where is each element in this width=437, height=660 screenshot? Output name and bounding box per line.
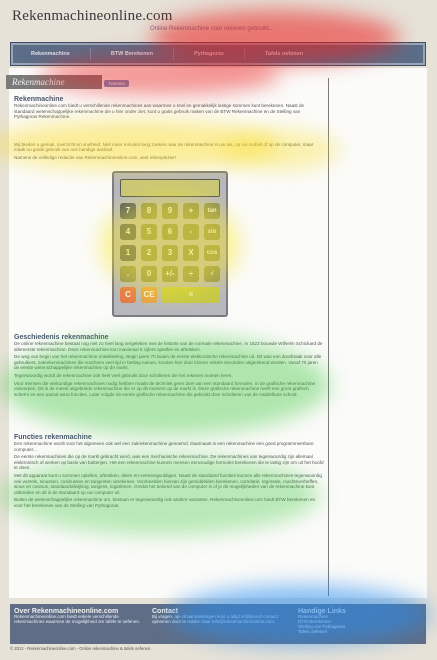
functions-paragraph-2: De eerste rekenmachines die op de markt …	[14, 454, 324, 471]
intro-section: Rekenmachine Rekenmachineonline.com bied…	[14, 96, 324, 163]
footer-links: Handige Links Rekenmachine BTW Berekenen…	[298, 608, 418, 634]
history-paragraph-2: De weg van begin van het rekenmachine on…	[14, 354, 322, 371]
sidebar-divider	[328, 78, 329, 596]
site-title[interactable]: Rekenmachineonline.com	[12, 8, 173, 25]
functions-paragraph-4: Buiten de wetenschappelijke rekenmachine…	[14, 497, 316, 508]
intro-paragraph-1: Rekenmachineonline.com biedt u verschill…	[14, 103, 305, 120]
history-section: Geschiedenis rekenmachine De online reke…	[14, 334, 324, 399]
nav-item-btw[interactable]: BTW Berekenen	[91, 48, 175, 60]
footer-contact-text: Bij vragen, op- of aanmerkingen kunt u a…	[152, 614, 278, 624]
intro-paragraph-3: Namens de volledige redactie van Rekenma…	[14, 154, 176, 160]
main-nav: Rekenmachine BTW Berekenen Pythagoras Ta…	[10, 42, 426, 66]
key-multiply[interactable]: X	[183, 245, 199, 261]
page-banner: Rekenmachine	[6, 75, 102, 89]
functions-section: Functies rekenmachine Een rekenmachine w…	[14, 434, 324, 511]
key-plus[interactable]: +	[183, 203, 199, 219]
functions-heading: Functies rekenmachine	[14, 434, 92, 441]
key-minus[interactable]: -	[183, 224, 199, 240]
key-6[interactable]: 6	[162, 224, 178, 240]
history-heading: Geschiedenis rekenmachine	[14, 334, 109, 341]
copyright: © 2012 - Rekenmachineonline.com - Online…	[10, 646, 152, 651]
footer-about-text: Rekenmachineonline.com biedt enkele vers…	[14, 614, 141, 624]
footer-about: Over Rekenmachineonline.com Rekenmachine…	[14, 608, 144, 624]
key-1[interactable]: 1	[120, 245, 136, 261]
key-clear-entry[interactable]: CE	[141, 287, 157, 303]
key-sqrt[interactable]: √	[204, 266, 220, 282]
functions-paragraph-3: Met dit apparaat kunt u sommen optellen,…	[14, 472, 322, 495]
nav-item-pythagoras[interactable]: Pythagoras	[174, 48, 245, 60]
history-paragraph-3: Tegenwoordig wordt de rekenmachine ook h…	[14, 372, 233, 378]
calculator: 7 8 9 + tan 4 5 6- sin 1 2 3 Xcos. 0 +/- ÷ √ C CE =	[112, 171, 228, 317]
history-paragraph-4: Voor mensen die wiskundige rekenmachines…	[14, 380, 316, 397]
footer-contact: Contact Bij vragen, op- of aanmerkingen …	[152, 608, 292, 624]
key-0[interactable]: 0	[141, 266, 157, 282]
site-subtitle: Online Rekenmachine voor rekenen gebruik…	[150, 26, 274, 32]
calculator-display[interactable]	[120, 179, 220, 197]
nav-item-tafels[interactable]: Tafels oefenen	[245, 48, 323, 60]
key-decimal[interactable]: .	[120, 266, 136, 282]
key-equals[interactable]: =	[162, 287, 220, 303]
key-tan[interactable]: tan	[204, 203, 220, 219]
key-cos[interactable]: cos	[204, 245, 220, 261]
key-4[interactable]: 4	[120, 224, 136, 240]
key-2[interactable]: 2	[141, 245, 157, 261]
key-9[interactable]: 9	[162, 203, 178, 219]
tweet-button[interactable]: Tweeten	[104, 80, 130, 87]
functions-paragraph-1: Een rekenmachine wordt voor het algemeen…	[14, 441, 314, 452]
nav-item-rekenmachine[interactable]: Rekenmachine	[11, 48, 91, 60]
intro-paragraph-2: Wij bieden u gemak, overzicht en snelhei…	[14, 141, 314, 153]
key-5[interactable]: 5	[141, 224, 157, 240]
history-paragraph-1: De online rekenmachine bestaat nog niet …	[14, 341, 323, 352]
key-clear[interactable]: C	[120, 287, 136, 303]
key-3[interactable]: 3	[162, 245, 178, 261]
intro-heading: Rekenmachine	[14, 96, 64, 103]
key-divide[interactable]: ÷	[183, 266, 199, 282]
key-8[interactable]: 8	[141, 203, 157, 219]
footer-link[interactable]: Tafels oefenen	[298, 629, 418, 634]
key-plus-minus[interactable]: +/-	[162, 266, 178, 282]
key-7[interactable]: 7	[120, 203, 136, 219]
footer: Over Rekenmachineonline.com Rekenmachine…	[10, 604, 426, 644]
key-sin[interactable]: sin	[204, 224, 220, 240]
